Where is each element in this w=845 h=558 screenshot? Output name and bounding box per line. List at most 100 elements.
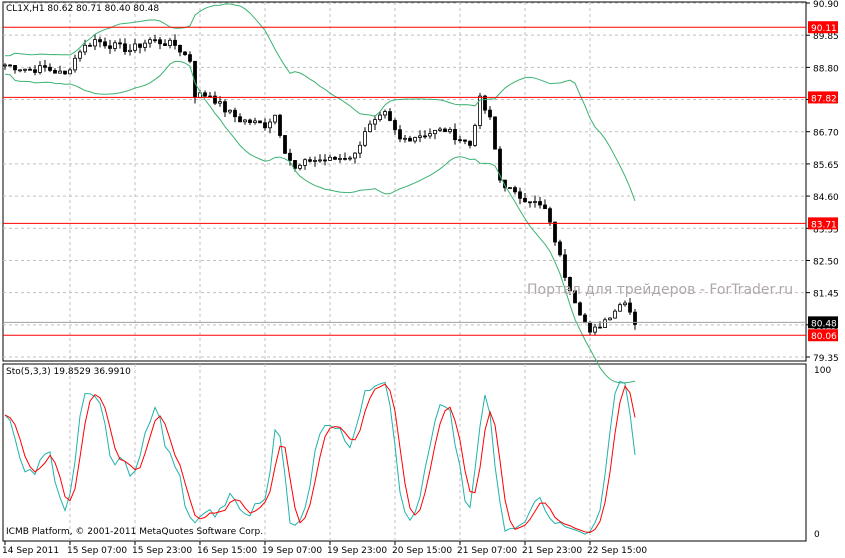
level-price-label: 80.06 bbox=[811, 332, 837, 342]
candle bbox=[158, 39, 162, 45]
candle bbox=[298, 164, 302, 169]
candle bbox=[23, 68, 27, 71]
candle bbox=[553, 221, 557, 243]
candle bbox=[373, 119, 377, 125]
candle bbox=[218, 101, 222, 104]
candle bbox=[508, 187, 512, 190]
candle bbox=[268, 121, 272, 129]
candle bbox=[28, 68, 32, 71]
candle bbox=[273, 114, 277, 123]
candle bbox=[543, 204, 547, 210]
candle bbox=[628, 302, 632, 313]
candle bbox=[278, 114, 282, 136]
candle bbox=[623, 302, 627, 306]
candle bbox=[53, 70, 57, 74]
candle bbox=[178, 45, 182, 53]
candle bbox=[398, 129, 402, 140]
candle bbox=[18, 69, 22, 72]
candle bbox=[323, 159, 327, 162]
price-label: 85.65 bbox=[813, 161, 839, 171]
candle bbox=[133, 43, 137, 51]
candle bbox=[513, 187, 517, 193]
candle bbox=[613, 310, 617, 319]
price-label: 88.80 bbox=[813, 64, 839, 74]
time-label: 20 Sep 15:00 bbox=[392, 546, 452, 556]
candle bbox=[468, 140, 472, 146]
candle bbox=[108, 45, 112, 49]
candle bbox=[128, 49, 132, 52]
candle bbox=[238, 116, 242, 123]
candle bbox=[103, 41, 107, 47]
candle bbox=[333, 156, 337, 160]
candle bbox=[233, 109, 237, 118]
candle bbox=[473, 125, 477, 146]
candle bbox=[308, 159, 312, 162]
candle bbox=[163, 43, 167, 46]
time-label: 16 Sep 15:00 bbox=[197, 546, 257, 556]
current-price-label: 80.48 bbox=[811, 319, 837, 329]
stochastic-d-line bbox=[4, 383, 636, 533]
candle bbox=[38, 65, 42, 73]
candle bbox=[313, 159, 317, 162]
candle bbox=[538, 201, 542, 206]
candle bbox=[33, 69, 37, 73]
price-label: 86.70 bbox=[813, 129, 839, 139]
candle bbox=[528, 201, 532, 204]
symbol-info: CL1X,H1 80.62 80.71 80.40 80.48 bbox=[6, 4, 160, 14]
candle bbox=[113, 42, 117, 49]
osc-scale-bottom: 0 bbox=[814, 530, 820, 540]
candle bbox=[8, 64, 12, 67]
candle bbox=[143, 42, 147, 48]
price-label: 79.35 bbox=[813, 354, 839, 364]
price-label: 81.45 bbox=[813, 290, 839, 300]
candle bbox=[248, 119, 252, 124]
candle bbox=[423, 135, 427, 138]
time-label: 15 Sep 23:00 bbox=[132, 546, 192, 556]
candle bbox=[288, 152, 292, 161]
candle bbox=[73, 57, 77, 71]
candle bbox=[328, 156, 332, 161]
candle bbox=[348, 157, 352, 160]
candle bbox=[618, 304, 622, 312]
candle bbox=[338, 158, 342, 160]
candle bbox=[578, 302, 582, 316]
watermark: Портал для трейдеров - ForTrader.ru bbox=[527, 282, 794, 298]
candle bbox=[68, 69, 72, 75]
candle bbox=[173, 39, 177, 46]
candle bbox=[318, 159, 322, 162]
candle bbox=[203, 92, 207, 97]
candle bbox=[243, 119, 247, 123]
candle bbox=[413, 137, 417, 142]
candle bbox=[63, 70, 67, 75]
time-label: 21 Sep 23:00 bbox=[522, 546, 582, 556]
candle bbox=[393, 120, 397, 131]
candle bbox=[463, 139, 467, 142]
candle bbox=[458, 139, 462, 142]
candle bbox=[98, 39, 102, 43]
candle bbox=[153, 39, 157, 42]
osc-scale-top: 100 bbox=[814, 366, 832, 376]
candle bbox=[223, 101, 227, 113]
candle bbox=[408, 137, 412, 142]
candle bbox=[418, 135, 422, 138]
candle bbox=[403, 137, 407, 140]
candle bbox=[353, 152, 357, 159]
time-label: 14 Sep 2011 bbox=[2, 546, 59, 556]
chart-canvas[interactable]: 14 Sep 2011 15 Sep 07:00 15 Sep 23:00 16 Se… bbox=[0, 0, 845, 558]
level-price-label: 87.82 bbox=[811, 94, 837, 104]
candle bbox=[83, 44, 87, 53]
candle bbox=[608, 317, 612, 321]
candle bbox=[258, 120, 262, 124]
candle bbox=[88, 44, 92, 47]
candle bbox=[603, 319, 607, 328]
candle bbox=[363, 131, 367, 146]
oscillator-panel-frame bbox=[2, 363, 807, 542]
candle bbox=[343, 158, 347, 160]
candle bbox=[168, 39, 172, 46]
time-label: 19 Sep 07:00 bbox=[262, 546, 322, 556]
candle bbox=[138, 43, 142, 48]
candle bbox=[303, 159, 307, 166]
candle bbox=[388, 111, 392, 121]
candle bbox=[48, 66, 52, 71]
candle bbox=[548, 208, 552, 223]
